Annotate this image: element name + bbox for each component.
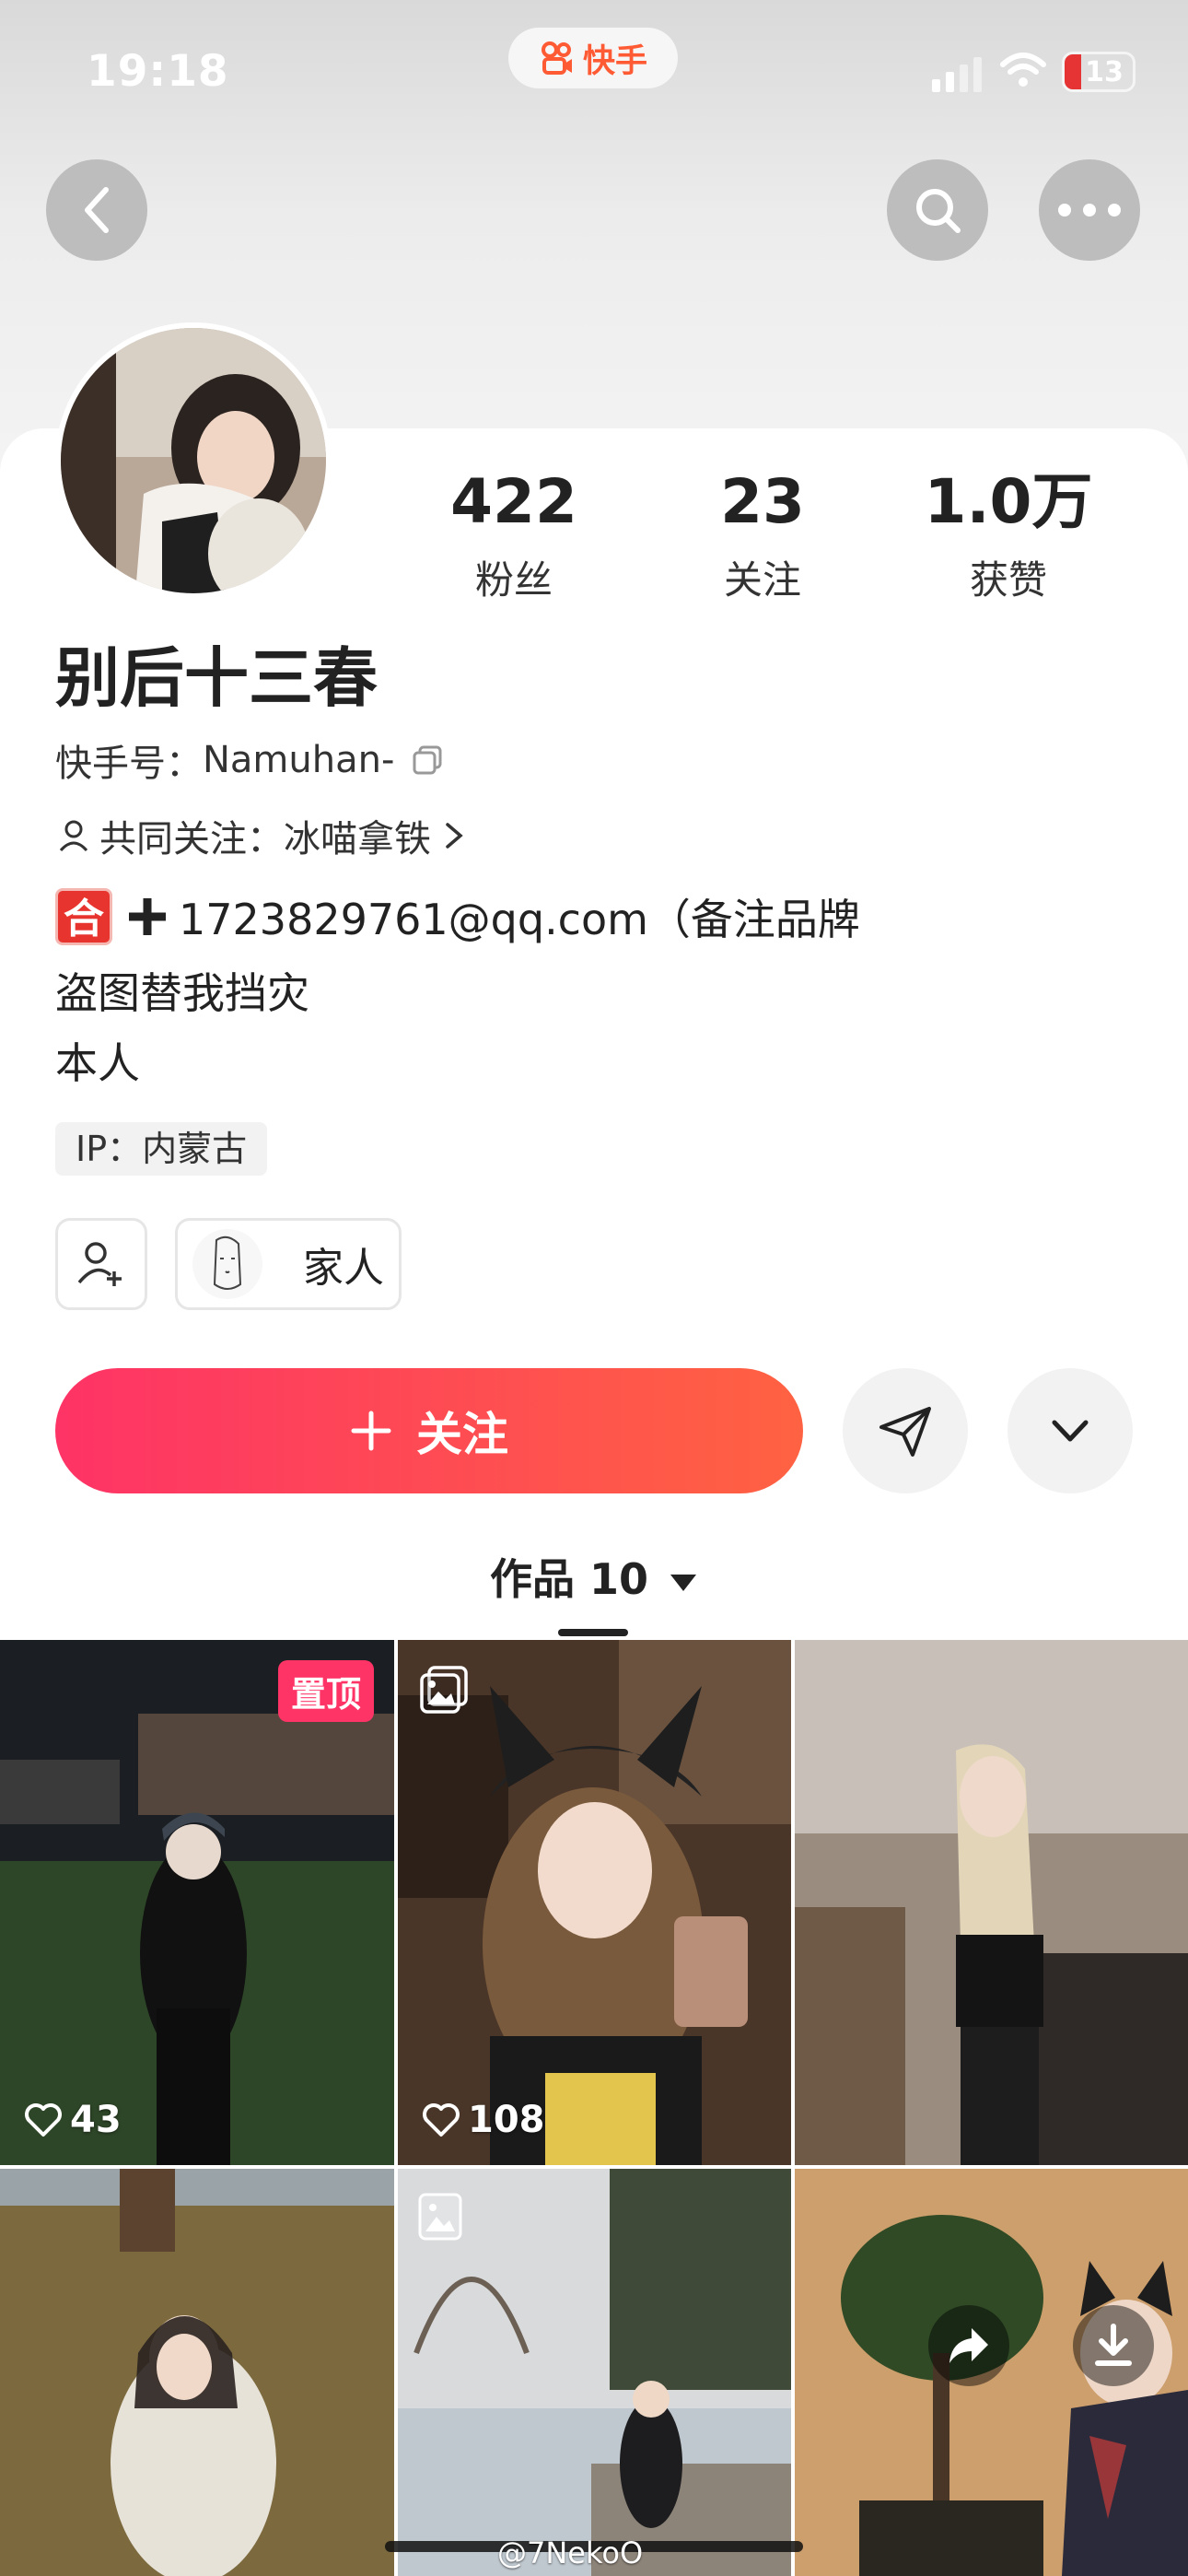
sketch-avatar-icon (192, 1229, 262, 1299)
like-count-value: 108 (468, 2099, 545, 2141)
chevron-right-icon (446, 823, 463, 849)
share-button[interactable] (928, 2305, 1009, 2386)
stat-value: 23 (720, 466, 805, 537)
mutual-name: 冰喵拿铁 (284, 818, 431, 861)
stat-likes[interactable]: 1.0万 获赞 (907, 470, 1110, 605)
kuaishou-id-row: 快手号： Namuhan- (55, 733, 446, 787)
download-icon (1095, 2324, 1132, 2366)
search-button[interactable] (887, 159, 988, 261)
stat-following[interactable]: 23 关注 (661, 470, 864, 605)
send-message-button[interactable] (843, 1368, 968, 1493)
follow-button[interactable]: 关注 (55, 1368, 803, 1493)
plus-icon (351, 1411, 391, 1451)
like-count: 43 (24, 2099, 122, 2141)
download-button[interactable] (1073, 2305, 1154, 2386)
post-tile[interactable] (0, 2169, 394, 2576)
stat-label: 关注 (723, 557, 801, 603)
relation-tag-family[interactable]: 家人 (175, 1218, 402, 1310)
post-thumbnail (0, 2169, 394, 2576)
post-tile[interactable] (398, 2169, 791, 2576)
heart-icon (25, 2103, 62, 2137)
tab-works-label: 作品 10 (489, 1554, 648, 1604)
stat-value: 1.0万 (924, 466, 1093, 537)
stat-label: 获赞 (969, 557, 1047, 603)
gallery-icon (420, 1666, 468, 1714)
watermark: @7NekoO (497, 2535, 644, 2570)
battery-indicator: 13 (1062, 52, 1136, 92)
post-thumbnail (398, 1640, 791, 2165)
more-icon (1058, 204, 1121, 217)
post-tile[interactable]: 置顶 43 (0, 1640, 394, 2165)
add-user-icon (77, 1242, 122, 1286)
like-count: 108 (422, 2099, 545, 2141)
profile-name: 别后十三春 (55, 640, 378, 716)
status-time: 19:18 (87, 46, 229, 97)
person-icon (59, 820, 88, 852)
avatar-photo (61, 328, 326, 593)
share-icon (949, 2328, 988, 2363)
post-tile[interactable] (795, 2169, 1188, 2576)
chevron-down-icon (1052, 1420, 1089, 1442)
relation-label: 家人 (303, 1245, 384, 1292)
wifi-icon (1000, 53, 1046, 87)
bio-line-2: 盗图替我挡灾 (55, 968, 309, 1018)
image-icon (418, 2193, 462, 2241)
stat-value: 422 (450, 466, 577, 537)
kuaishou-id-label: 快手号： (55, 743, 203, 785)
expand-button[interactable] (1007, 1368, 1133, 1493)
post-thumbnail (795, 1640, 1188, 2165)
tab-indicator (558, 1629, 628, 1636)
kuaishou-id: Namuhan- (203, 739, 395, 781)
stat-followers[interactable]: 422 粉丝 (413, 470, 615, 605)
battery-percent: 13 (1085, 56, 1124, 88)
brand-pill[interactable]: 快手 (508, 28, 678, 88)
post-tile[interactable]: 108 (398, 1640, 791, 2165)
back-button[interactable] (46, 159, 147, 261)
copy-icon[interactable] (409, 742, 446, 779)
plus-icon (129, 898, 166, 935)
bio-text-1: 1723829761@qq.com（备注品牌 (179, 895, 860, 944)
avatar[interactable] (55, 322, 332, 599)
search-icon (916, 189, 961, 233)
chevron-left-icon (85, 187, 109, 233)
bio-line-3: 本人 (55, 1038, 140, 1088)
caret-down-icon (670, 1574, 697, 1591)
add-friend-button[interactable] (55, 1218, 147, 1310)
bio-line-1: 合 1723829761@qq.com（备注品牌 (55, 886, 860, 947)
cellular-signal-icon (932, 57, 982, 92)
mutual-follow-row[interactable]: 共同关注： 冰喵拿铁 (55, 809, 468, 862)
follow-label: 关注 (416, 1408, 508, 1461)
heart-icon (423, 2103, 460, 2137)
pinned-badge: 置顶 (277, 1660, 374, 1722)
more-button[interactable] (1039, 159, 1140, 261)
tab-works[interactable]: 作品 10 (0, 1546, 1188, 1607)
stat-label: 粉丝 (474, 557, 553, 603)
like-count-value: 43 (70, 2099, 122, 2141)
kuaishou-logo-icon (541, 41, 572, 75)
merge-badge-icon: 合 (55, 888, 112, 945)
ip-location-tag: IP：内蒙古 (55, 1122, 268, 1176)
post-tile[interactable] (795, 1640, 1188, 2165)
brand-name: 快手 (582, 42, 647, 80)
mutual-label: 共同关注： (99, 818, 284, 861)
send-icon (879, 1407, 931, 1457)
